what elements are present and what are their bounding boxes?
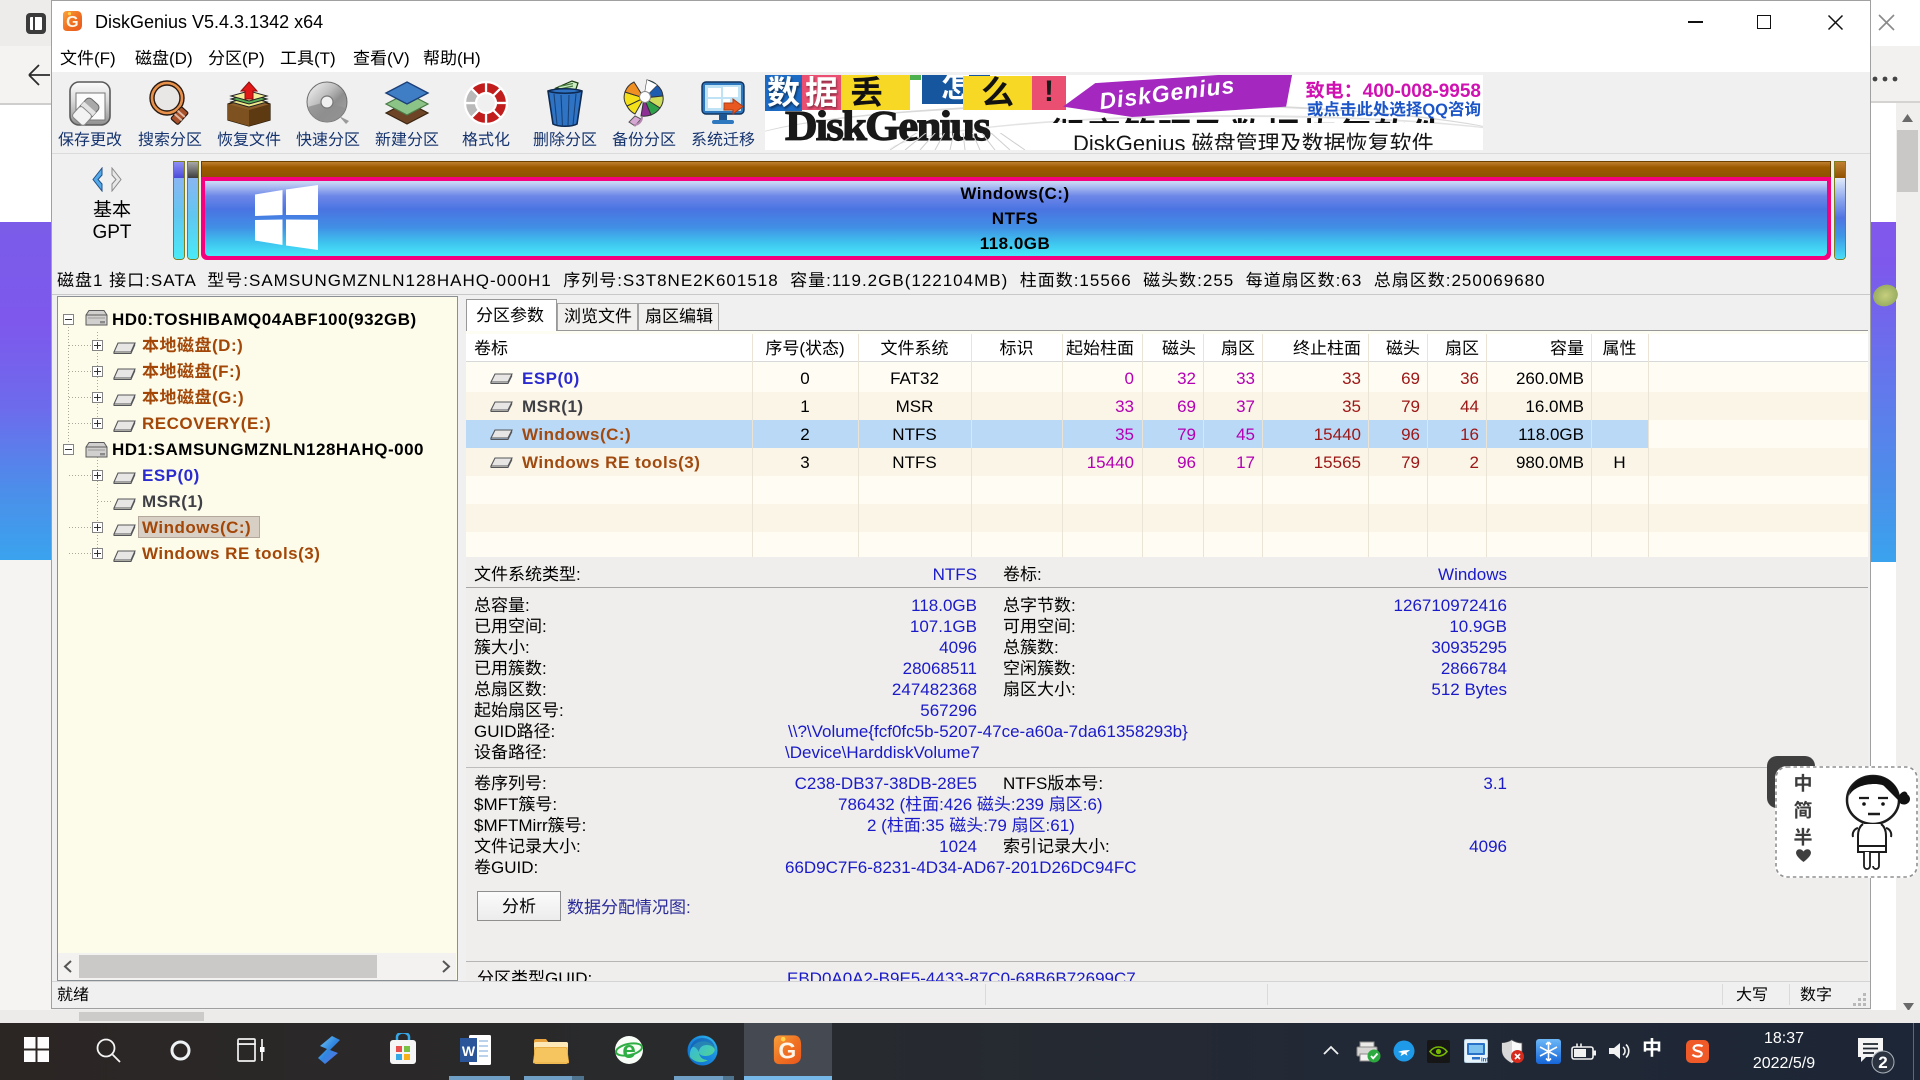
svg-text:G: G bbox=[66, 14, 78, 31]
svg-text:intel: intel bbox=[1481, 1058, 1488, 1064]
svg-text:W: W bbox=[462, 1043, 476, 1059]
svg-text:e: e bbox=[622, 1037, 635, 1064]
svg-text:G: G bbox=[778, 1037, 796, 1063]
svg-text:2: 2 bbox=[1878, 1053, 1887, 1072]
